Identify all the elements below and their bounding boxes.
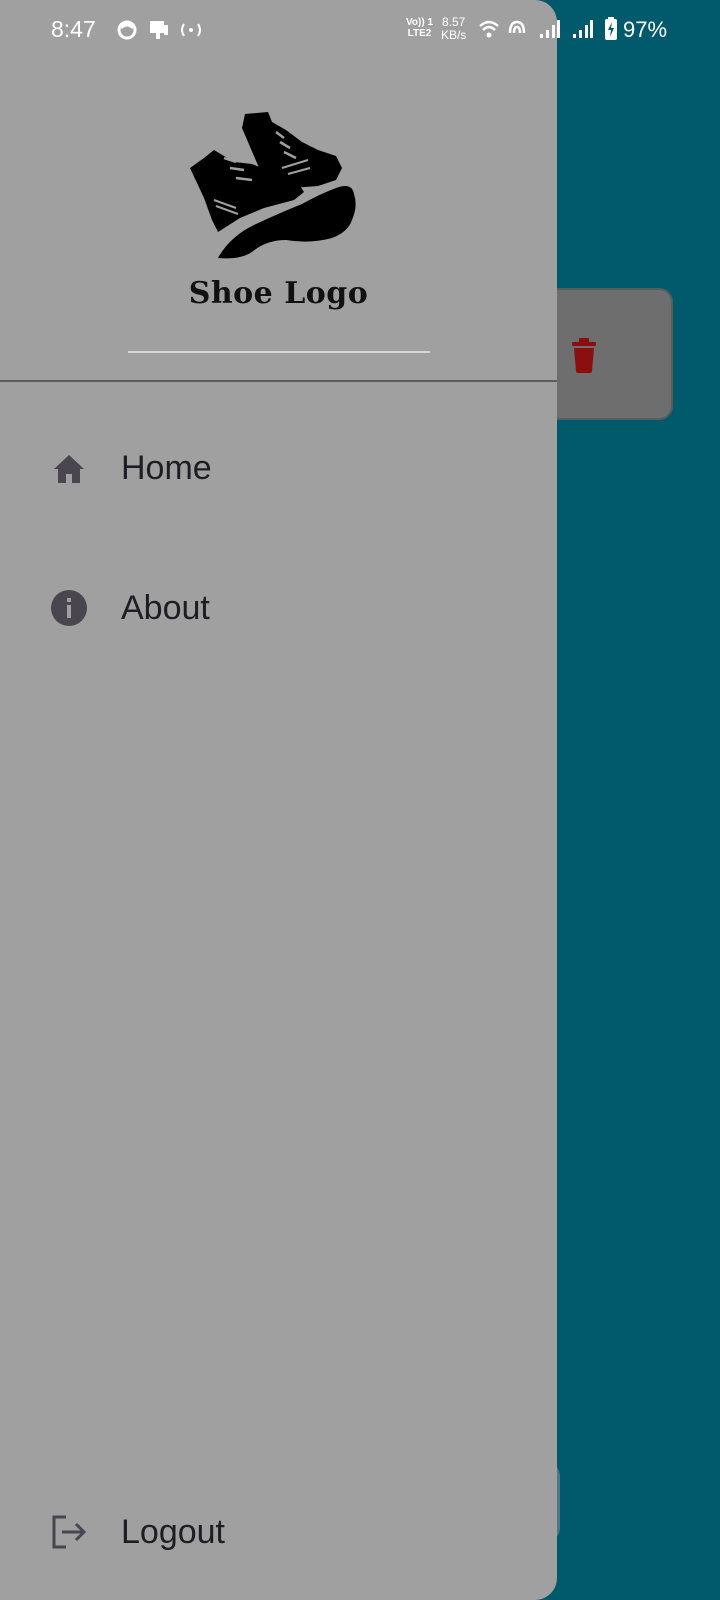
navigation-drawer: Shoe Logo Home About Logout [0, 0, 557, 1600]
network-speed: 8.57 KB/s [441, 15, 467, 42]
drawer-item-label: Logout [121, 1513, 225, 1551]
nfc-icon [508, 20, 526, 34]
logo-divider [128, 351, 430, 353]
signal-2-icon [573, 20, 593, 38]
battery-percent: 97% [623, 17, 668, 42]
signal-1-icon [540, 20, 560, 38]
shoe-logo-image [190, 112, 356, 259]
drawer-item-home[interactable]: Home [0, 422, 557, 512]
info-icon [51, 590, 87, 626]
home-icon [54, 455, 84, 483]
hotspot-icon [181, 23, 201, 37]
drawer-item-about[interactable]: About [0, 562, 557, 652]
screen: Shoe Logo Home About Logout 8:47 Vo)) 1 … [0, 0, 720, 1600]
volte-indicator: Vo)) 1 LTE2 [406, 17, 434, 39]
drawer-item-label: Home [121, 449, 212, 487]
drawer-item-label: About [121, 589, 210, 627]
logout-icon [52, 1515, 87, 1549]
status-time: 8:47 [51, 16, 96, 42]
drawer-item-logout[interactable]: Logout [0, 1486, 557, 1576]
battery-charging-icon [605, 17, 617, 40]
logo-text: Shoe Logo [188, 276, 369, 311]
status-bar: 8:47 Vo)) 1 LTE2 8.57 KB/s 97% [0, 0, 720, 60]
trash-icon[interactable] [570, 337, 598, 373]
circle-status-icon [117, 20, 137, 40]
wifi-icon [479, 20, 499, 38]
sim-card-icon [150, 21, 168, 39]
